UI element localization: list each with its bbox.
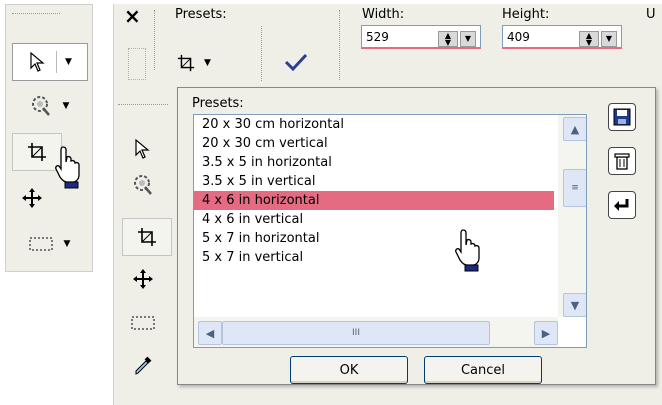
height-label: Height:	[502, 7, 550, 22]
list-item[interactable]: 4 x 6 in vertical	[194, 210, 554, 229]
vertical-scrollbar[interactable]: ▲ ≡ ▼	[558, 115, 586, 317]
toolbar-separator	[261, 26, 262, 81]
arrow-pointer-icon	[30, 51, 45, 72]
scroll-down-button[interactable]: ▼	[563, 293, 586, 317]
list-item[interactable]: 4 x 6 in horizontal	[194, 191, 554, 210]
chevron-down-icon[interactable]: ▼	[601, 31, 617, 47]
height-spinner[interactable]: ▲ ▼ ▼	[579, 31, 617, 47]
ok-button[interactable]: OK	[290, 356, 408, 384]
scroll-left-button[interactable]: ◀	[198, 321, 222, 345]
delete-icon	[614, 153, 630, 170]
rectangle-select-tool-button[interactable]: ▼	[12, 229, 86, 259]
close-icon[interactable]: ×	[124, 4, 141, 28]
panel-grip[interactable]	[118, 104, 168, 107]
rectangle-select-icon	[131, 316, 155, 330]
truncated-label: U	[646, 7, 656, 22]
crop-tool-button[interactable]	[122, 218, 172, 256]
main-tool-options-panel: × Presets: ▼ Width: 529 ▲ ▼ ▼ Height: 409…	[113, 4, 662, 405]
list-item[interactable]: 5 x 7 in vertical	[194, 248, 554, 267]
toolbar-grip[interactable]	[128, 48, 146, 80]
list-item[interactable]: 20 x 30 cm horizontal	[194, 115, 554, 134]
magic-wand-icon	[31, 96, 50, 116]
scroll-thumb[interactable]: ≡	[563, 169, 586, 207]
left-tool-panel: ▼ ▼ ▼	[5, 4, 93, 272]
chevron-down-icon[interactable]: ▼	[64, 239, 71, 249]
list-item-partial[interactable]	[194, 267, 554, 273]
list-item[interactable]: 3.5 x 5 in vertical	[194, 172, 554, 191]
chevron-down-icon[interactable]: ▼	[63, 101, 70, 111]
magic-wand-icon	[134, 175, 152, 195]
crop-icon	[138, 228, 156, 246]
magic-wand-tool-button[interactable]	[128, 170, 158, 200]
move-icon	[22, 188, 42, 208]
crop-icon	[28, 143, 46, 161]
toolbar-separator	[154, 10, 155, 70]
chevron-down-icon: ▼	[204, 58, 211, 68]
hand-cursor-icon	[455, 229, 480, 272]
rectangle-select-tool-button[interactable]	[128, 308, 158, 338]
hand-cursor-icon	[55, 146, 80, 189]
checkmark-icon[interactable]	[284, 52, 308, 72]
eyedropper-icon	[135, 356, 152, 375]
delete-preset-button[interactable]	[608, 147, 636, 175]
eyedropper-tool-button[interactable]	[128, 350, 158, 380]
tool-column	[114, 90, 178, 405]
scroll-right-button[interactable]: ▶	[534, 321, 558, 345]
scroll-up-button[interactable]: ▲	[563, 117, 586, 141]
list-item[interactable]: 20 x 30 cm vertical	[194, 134, 554, 153]
horizontal-scroll-thumb[interactable]: III	[222, 321, 490, 345]
presets-popup: Presets: 20 x 30 cm horizontal 20 x 30 cm…	[177, 87, 656, 385]
undo-icon	[614, 199, 629, 211]
move-tool-button[interactable]	[12, 183, 52, 213]
rectangle-select-icon	[29, 237, 53, 251]
cancel-button[interactable]: Cancel	[424, 356, 542, 384]
move-icon	[133, 269, 153, 289]
list-item[interactable]: 5 x 7 in horizontal	[194, 229, 554, 248]
save-preset-button[interactable]	[608, 103, 636, 131]
panel-grip[interactable]	[12, 13, 60, 16]
list-item[interactable]: 3.5 x 5 in horizontal	[194, 153, 554, 172]
toolbar-separator	[339, 10, 340, 80]
chevron-down-icon[interactable]: ▼	[460, 31, 476, 47]
horizontal-scrollbar[interactable]: ◀ III ▶	[194, 317, 558, 347]
presets-label: Presets:	[175, 7, 227, 22]
select-tool-button[interactable]: ▼	[12, 43, 88, 81]
arrow-pointer-icon	[135, 138, 150, 159]
magic-wand-tool-button[interactable]: ▼	[12, 89, 86, 123]
popup-presets-label: Presets:	[192, 96, 244, 111]
presets-list[interactable]: 20 x 30 cm horizontal 20 x 30 cm vertical…	[193, 114, 587, 348]
width-label: Width:	[362, 7, 405, 22]
width-spinner[interactable]: ▲ ▼ ▼	[438, 31, 476, 47]
revert-preset-button[interactable]	[608, 191, 636, 219]
select-tool-button[interactable]	[128, 134, 158, 164]
chevron-down-icon[interactable]: ▼	[65, 57, 72, 67]
presets-dropdown[interactable]: ▼	[176, 48, 246, 78]
save-icon	[613, 108, 631, 126]
move-tool-button[interactable]	[128, 264, 158, 294]
crop-icon	[177, 54, 195, 72]
